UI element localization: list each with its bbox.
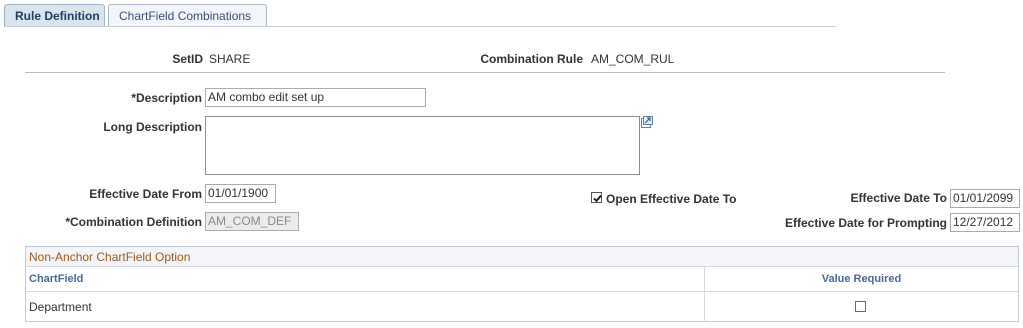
effective-date-prompting-label: Effective Date for Prompting xyxy=(784,216,947,230)
combination-rule-label: Combination Rule xyxy=(480,52,583,66)
open-effective-date-to-checkbox[interactable] xyxy=(591,192,602,203)
tab-rule-definition[interactable]: Rule Definition xyxy=(4,4,105,26)
effective-date-prompting-input[interactable]: 12/27/2012 xyxy=(950,213,1020,232)
grid-header-row: ChartField Value Required xyxy=(26,267,1018,292)
combination-definition-label: *Combination Definition xyxy=(65,215,202,229)
checkbox-checked-icon xyxy=(593,194,602,203)
effective-date-from-input[interactable]: 01/01/1900 xyxy=(205,184,276,203)
effective-date-to-input[interactable]: 01/01/2099 xyxy=(950,189,1020,208)
table-row-chartfield: Department xyxy=(29,300,92,314)
column-header-value-required[interactable]: Value Required xyxy=(704,273,1019,285)
setid-label: SetID xyxy=(172,52,203,66)
column-header-chartfield[interactable]: ChartField xyxy=(29,273,83,285)
combination-definition-field: AM_COM_DEF xyxy=(205,212,299,231)
open-effective-date-to-label: Open Effective Date To xyxy=(606,192,737,206)
description-input[interactable]: AM combo edit set up xyxy=(205,88,426,107)
effective-date-to-label: Effective Date To xyxy=(850,191,947,205)
long-description-textarea[interactable] xyxy=(205,116,640,175)
grid-title: Non-Anchor ChartField Option xyxy=(26,247,1018,267)
column-divider xyxy=(704,267,705,322)
tab-chartfield-combinations[interactable]: ChartField Combinations xyxy=(108,4,267,26)
description-label: *Description xyxy=(131,91,202,105)
combination-rule-value: AM_COM_RUL xyxy=(591,52,675,66)
value-required-checkbox[interactable] xyxy=(855,301,866,312)
expand-window-icon[interactable] xyxy=(641,116,653,128)
section-divider xyxy=(25,72,945,73)
tab-divider xyxy=(4,26,836,27)
long-description-label: Long Description xyxy=(103,120,202,134)
setid-value: SHARE xyxy=(209,52,251,66)
effective-date-from-label: Effective Date From xyxy=(89,187,202,201)
non-anchor-chartfield-grid: Non-Anchor ChartField Option ChartField … xyxy=(25,246,1019,322)
